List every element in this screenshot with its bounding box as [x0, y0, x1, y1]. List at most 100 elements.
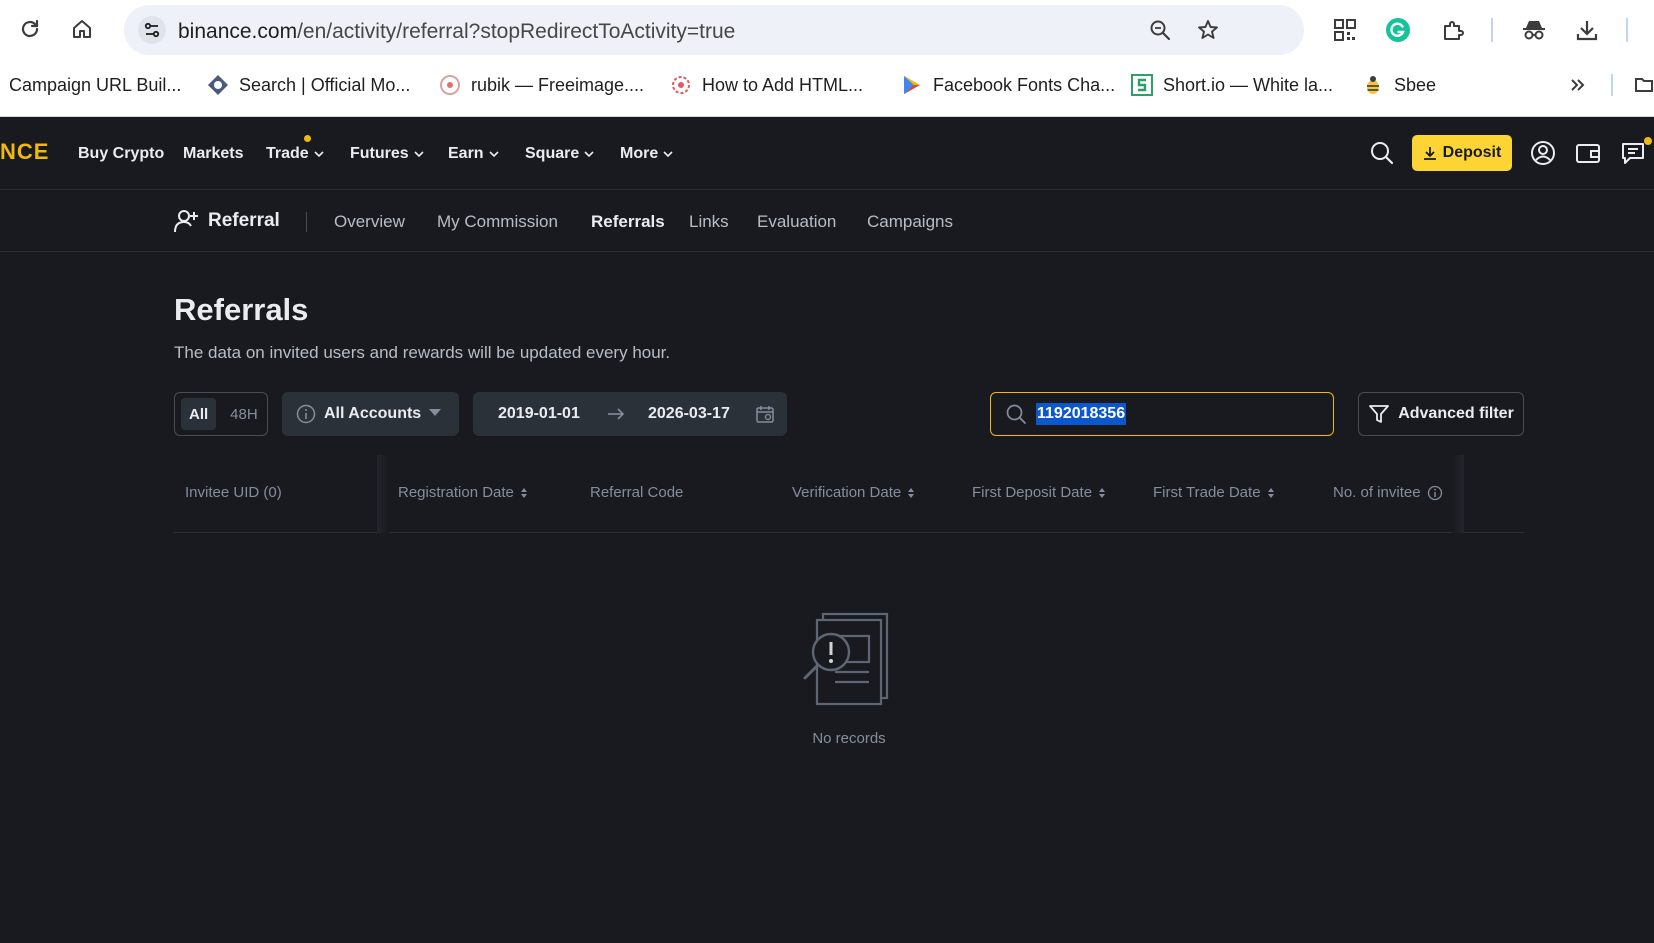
nav-label: Trade: [266, 145, 309, 162]
nav-square[interactable]: Square: [525, 145, 595, 163]
accounts-select[interactable]: All Accounts: [282, 392, 459, 436]
download-icon[interactable]: [1570, 13, 1604, 47]
shortio-icon: [1131, 74, 1153, 96]
advanced-filter-button[interactable]: Advanced filter: [1358, 392, 1524, 436]
scroll-shadow: [1452, 455, 1464, 533]
url-text[interactable]: binance.com/en/activity/referral?stopRed…: [178, 20, 735, 44]
user-account-icon[interactable]: [1527, 137, 1559, 169]
home-icon[interactable]: [66, 13, 98, 45]
reload-icon[interactable]: [14, 13, 46, 45]
column-invitee-uid: Invitee UID (0): [185, 484, 282, 501]
nav-label: Markets: [183, 145, 244, 162]
bookmark-label: Campaign URL Buil...: [9, 74, 182, 95]
search-icon: [1006, 404, 1026, 424]
tab-links[interactable]: Links: [689, 212, 729, 232]
extensions-icon[interactable]: [1436, 13, 1470, 47]
referral-brand-label: Referral: [208, 210, 280, 231]
bookmark-item[interactable]: Short.io — White la...: [1131, 72, 1333, 98]
qr-code-icon[interactable]: [1328, 13, 1362, 47]
calendar-icon[interactable]: [754, 403, 776, 425]
time-option-all[interactable]: All: [181, 398, 217, 430]
site-header: NCE Buy Crypto Markets Trade Futures Ear…: [0, 117, 1654, 190]
bookmark-item[interactable]: Facebook Fonts Cha...: [901, 72, 1115, 98]
bookmark-item[interactable]: How to Add HTML...: [670, 72, 863, 98]
time-range-toggle: All 48H: [174, 392, 268, 436]
column-label: First Trade Date: [1153, 484, 1261, 501]
nav-markets[interactable]: Markets: [183, 145, 243, 163]
deposit-button[interactable]: Deposit: [1412, 135, 1512, 171]
nav-trade[interactable]: Trade: [266, 145, 325, 163]
column-label: Verification Date: [792, 484, 902, 501]
column-referral-code: Referral Code: [590, 484, 683, 501]
bee-icon: [1362, 74, 1384, 96]
chevron-down-icon: [489, 151, 499, 158]
column-label: First Deposit Date: [972, 484, 1093, 501]
column-first-trade-date[interactable]: First Trade Date: [1153, 484, 1275, 501]
chevron-down-icon: [314, 151, 324, 158]
referral-subnav: Referral Overview My Commission Referral…: [0, 190, 1654, 252]
bookmark-item[interactable]: Search | Official Mo...: [207, 72, 410, 98]
tab-campaigns[interactable]: Campaigns: [867, 212, 953, 232]
bookmark-star-icon[interactable]: [1192, 14, 1224, 46]
empty-state: No records: [794, 612, 904, 747]
folder-icon[interactable]: [1634, 72, 1654, 98]
bookmark-label: Sbee: [1394, 74, 1437, 95]
incognito-icon[interactable]: [1517, 13, 1551, 47]
date-range-picker[interactable]: 2019-01-01 2026-03-17: [473, 392, 787, 436]
referral-brand[interactable]: Referral: [174, 208, 280, 234]
bookmark-item[interactable]: Sbee: [1362, 72, 1436, 98]
more-bookmarks-icon[interactable]: [1568, 72, 1588, 98]
site-settings-icon[interactable]: [138, 16, 166, 44]
grammarly-icon[interactable]: [1381, 13, 1415, 47]
bookmark-item[interactable]: rubik — Freeimage....: [439, 72, 644, 98]
url-path: /en/activity/referral?stopRedirectToActi…: [297, 20, 736, 43]
bookmark-item[interactable]: Campaign URL Buil...: [9, 72, 181, 98]
nav-more[interactable]: More: [620, 145, 674, 163]
scroll-shadow: [377, 455, 389, 533]
wallet-icon[interactable]: [1572, 137, 1604, 169]
column-label: Referral Code: [590, 484, 684, 501]
caret-down-icon: [429, 409, 441, 416]
binance-logo[interactable]: NCE: [0, 139, 49, 165]
tab-evaluation[interactable]: Evaluation: [757, 212, 836, 232]
column-no-of-invitee: No. of invitee: [1333, 484, 1443, 501]
toolbar-divider: [1491, 18, 1493, 42]
nav-earn[interactable]: Earn: [448, 145, 500, 163]
flower-icon: [670, 74, 692, 96]
address-bar[interactable]: binance.com/en/activity/referral?stopRed…: [124, 5, 1304, 55]
nav-buy-crypto[interactable]: Buy Crypto: [78, 145, 164, 163]
date-from[interactable]: 2019-01-01: [498, 405, 580, 423]
nav-label: Square: [525, 145, 580, 162]
bookmark-label: Short.io — White la...: [1163, 74, 1334, 95]
sort-icon[interactable]: [1098, 487, 1106, 499]
url-host: binance.com: [178, 20, 298, 43]
tab-my-commission[interactable]: My Commission: [437, 212, 558, 232]
empty-state-text: No records: [812, 730, 886, 747]
column-first-deposit-date[interactable]: First Deposit Date: [972, 484, 1106, 501]
play-store-icon: [901, 74, 923, 96]
invitee-search-field[interactable]: 1192018356: [990, 392, 1334, 436]
sort-icon[interactable]: [907, 487, 915, 499]
sort-icon[interactable]: [520, 487, 528, 499]
search-icon[interactable]: [1366, 137, 1398, 169]
bookmarks-bar: Campaign URL Buil... Search | Official M…: [0, 66, 1654, 104]
nav-label: More: [620, 145, 659, 162]
bookmark-label: Search | Official Mo...: [239, 74, 411, 95]
time-option-48h[interactable]: 48H: [222, 398, 266, 430]
sort-icon[interactable]: [1267, 487, 1275, 499]
nav-futures[interactable]: Futures: [350, 145, 425, 163]
compass-icon: [207, 74, 229, 96]
filter-icon: [1369, 405, 1390, 423]
tab-referrals[interactable]: Referrals: [591, 212, 665, 232]
info-icon: [296, 404, 316, 424]
date-to[interactable]: 2026-03-17: [648, 405, 730, 423]
tab-overview[interactable]: Overview: [334, 212, 405, 232]
zoom-icon[interactable]: [1144, 14, 1176, 46]
column-verification-date[interactable]: Verification Date: [792, 484, 915, 501]
accounts-select-value: All Accounts: [324, 405, 422, 422]
column-registration-date[interactable]: Registration Date: [398, 484, 528, 501]
search-input[interactable]: 1192018356: [1036, 403, 1127, 425]
info-icon[interactable]: [1427, 485, 1443, 501]
freeimage-icon: [439, 74, 461, 96]
nav-label: Futures: [350, 145, 409, 162]
